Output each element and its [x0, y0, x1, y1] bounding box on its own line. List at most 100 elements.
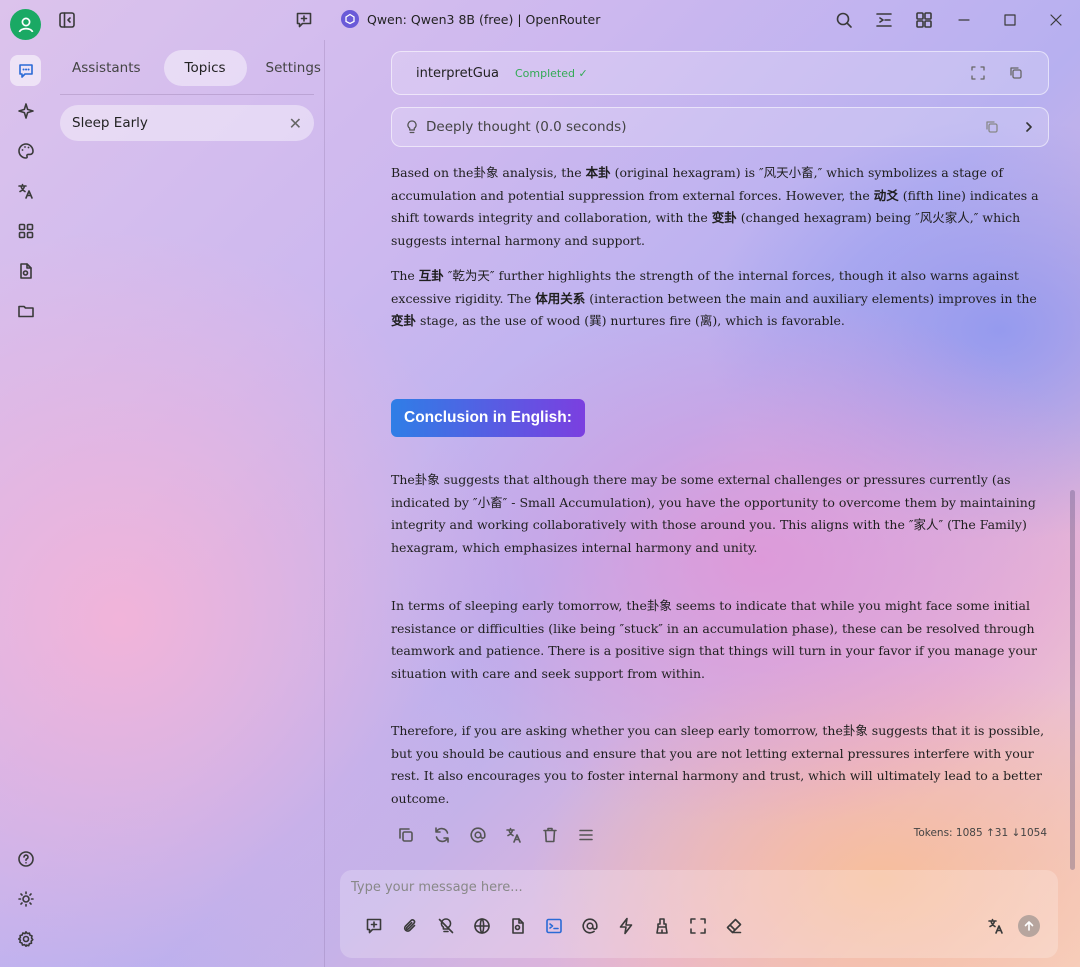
topic-item[interactable]: Sleep Early ✕ [60, 105, 314, 141]
apps-icon [18, 223, 33, 238]
token-count: Tokens: 1085 ↑31 ↓1054 [913, 827, 1047, 839]
send-button[interactable] [1018, 915, 1040, 937]
tool-call-card: interpretGua Completed ✓ [391, 51, 1049, 95]
more-button[interactable] [576, 825, 596, 845]
clear-context-button[interactable] [652, 916, 672, 936]
files-icon [19, 262, 32, 279]
sidebar-panel [50, 40, 325, 967]
tab-assistants[interactable]: Assistants [60, 50, 153, 86]
settings-button[interactable] [10, 923, 41, 954]
chat-icon [18, 63, 33, 78]
delete-message-button[interactable] [540, 825, 560, 845]
close-icon[interactable]: ✕ [289, 114, 302, 133]
agents-nav-button[interactable] [10, 95, 41, 126]
grid-icon [916, 12, 932, 28]
translate-icon [988, 918, 1003, 934]
at-icon [582, 918, 598, 934]
apps-nav-button[interactable] [10, 215, 41, 246]
knowledge-base-button[interactable] [508, 916, 528, 936]
translate-input-button[interactable] [986, 916, 1006, 936]
web-search-button[interactable] [472, 916, 492, 936]
message-paragraph: In terms of sleeping early tomorrow, the… [391, 598, 1037, 681]
translate-icon [506, 827, 521, 843]
fullscreen-button[interactable] [688, 916, 708, 936]
expand-icon [690, 918, 706, 934]
close-icon [1050, 14, 1062, 26]
mention-model-button[interactable] [468, 825, 488, 845]
tool-name: interpretGua [416, 65, 499, 81]
message-input-box: Type your message here... [340, 870, 1058, 958]
paintings-nav-button[interactable] [10, 135, 41, 166]
search-button[interactable] [834, 10, 854, 30]
thinking-label: Deeply thought (0.0 seconds) [426, 119, 627, 135]
new-topic-button[interactable] [364, 916, 384, 936]
thinking-toggle-button[interactable] [436, 916, 456, 936]
user-icon [18, 17, 33, 32]
gear-icon [17, 930, 34, 947]
lightning-icon [619, 917, 633, 935]
expand-panel-icon [876, 13, 892, 27]
translate-message-button[interactable] [504, 825, 524, 845]
tab-settings[interactable]: Settings [254, 50, 333, 86]
lightbulb-off-icon [438, 918, 454, 934]
folder-icon [17, 305, 34, 317]
eraser-icon [726, 918, 742, 934]
copy-message-button[interactable] [396, 825, 416, 845]
user-avatar[interactable] [10, 9, 41, 40]
collapse-sidebar-button[interactable] [57, 10, 77, 30]
tab-topics[interactable]: Topics [163, 50, 247, 86]
message-paragraph: Based on the卦象 analysis, the 本卦 (origina… [391, 165, 1039, 248]
tabs-divider [60, 94, 314, 95]
maximize-icon [1004, 14, 1016, 26]
translate-nav-button[interactable] [10, 175, 41, 206]
theme-icon [17, 890, 34, 907]
chat-scrollbar[interactable] [1070, 490, 1075, 870]
mention-model-button[interactable] [580, 916, 600, 936]
globe-icon [474, 918, 490, 934]
search-icon [836, 12, 852, 28]
chat-nav-button[interactable] [10, 55, 41, 86]
trash-icon [543, 827, 557, 843]
copy-icon[interactable] [984, 119, 1000, 135]
clear-input-button[interactable] [724, 916, 744, 936]
new-topic-button[interactable] [294, 10, 314, 30]
broom-icon [656, 918, 668, 934]
message-paragraph: The 互卦 ″乾为天″ further highlights the stre… [391, 268, 1037, 328]
files-nav-button[interactable] [10, 255, 41, 286]
sidebar-collapse-icon [59, 12, 75, 28]
window-title-text: Qwen: Qwen3 8B (free) | OpenRouter [367, 11, 601, 27]
left-rail [0, 0, 50, 967]
title-bar: Qwen: Qwen3 8B (free) | OpenRouter [325, 0, 1080, 40]
paperclip-icon [403, 919, 416, 932]
help-icon [17, 850, 34, 867]
message-input[interactable]: Type your message here... [351, 880, 523, 895]
input-toolbar [364, 916, 744, 936]
copy-icon[interactable] [1008, 65, 1024, 81]
regenerate-button[interactable] [432, 825, 452, 845]
copy-icon [399, 828, 413, 842]
conclusion-heading: Conclusion in English: [391, 399, 585, 437]
close-window-button[interactable] [1046, 10, 1066, 30]
mcp-server-button[interactable] [544, 916, 564, 936]
theme-button[interactable] [10, 883, 41, 914]
tool-status: Completed ✓ [514, 66, 588, 80]
new-chat-icon [296, 12, 312, 28]
at-icon [470, 827, 486, 843]
attach-button[interactable] [400, 916, 420, 936]
arrow-up-icon [1024, 921, 1034, 931]
topic-label: Sleep Early [72, 115, 148, 131]
minimize-button[interactable] [954, 10, 974, 30]
window-title: Qwen: Qwen3 8B (free) | OpenRouter [341, 10, 600, 28]
expand-icon[interactable] [970, 65, 986, 81]
help-button[interactable] [10, 843, 41, 874]
thinking-card[interactable]: Deeply thought (0.0 seconds) [391, 107, 1049, 147]
folder-nav-button[interactable] [10, 295, 41, 326]
translate-icon [17, 183, 33, 199]
quick-phrases-button[interactable] [616, 916, 636, 936]
minapp-button[interactable] [874, 10, 894, 30]
chevron-right-icon[interactable] [1022, 120, 1036, 134]
menu-icon [579, 829, 593, 841]
layout-button[interactable] [914, 10, 934, 30]
sparkle-icon [17, 102, 34, 119]
maximize-button[interactable] [1000, 10, 1020, 30]
